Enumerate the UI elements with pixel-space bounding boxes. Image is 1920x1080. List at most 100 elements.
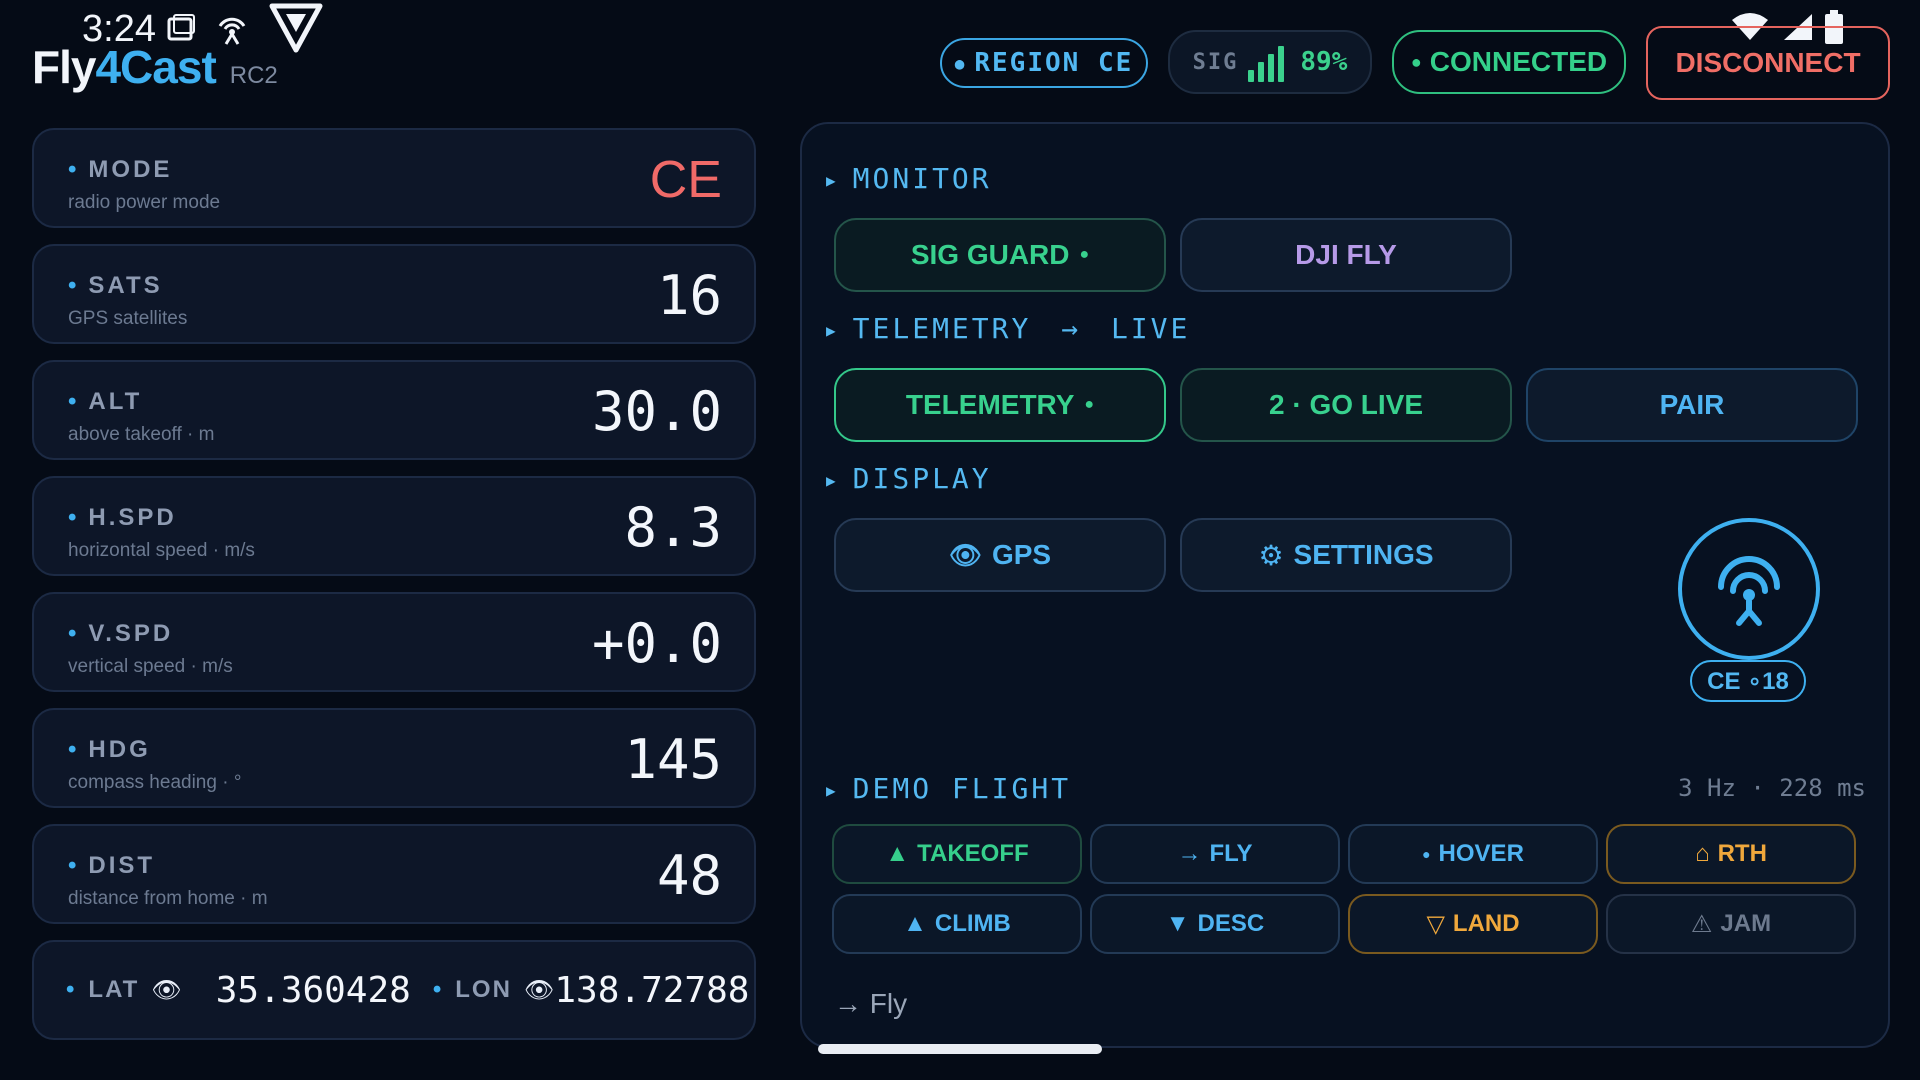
dji-fly-label: DJI FLY: [1295, 239, 1397, 270]
section-triangle-icon: ▶: [826, 170, 839, 190]
settings-button[interactable]: ⚙ SETTINGS: [1180, 518, 1512, 592]
metric-label: SATS: [68, 272, 163, 300]
section-triangle-icon: ▶: [826, 780, 839, 800]
sig-guard-button[interactable]: SIG GUARD ●: [834, 218, 1166, 292]
hover-label: HOVER: [1438, 840, 1524, 867]
metric-card-hdg: HDG compass heading · ° 145: [32, 708, 756, 808]
status-dot-icon: ●: [1079, 246, 1090, 263]
app-title: Fly4Cast: [32, 40, 217, 94]
takeoff-button[interactable]: ▲ TAKEOFF: [832, 824, 1082, 884]
section-display: ▶ DISPLAY: [826, 462, 992, 495]
climb-button[interactable]: ▲ CLIMB: [832, 894, 1082, 954]
metric-sub-label: radio power mode: [68, 192, 221, 213]
metric-label: DIST: [68, 852, 155, 880]
section-title: MONITOR: [852, 162, 992, 195]
land-label: LAND: [1452, 910, 1520, 937]
radio-link-badge[interactable]: [1678, 518, 1820, 660]
region-label: REGION CE: [974, 48, 1134, 78]
takeoff-icon: ▲: [885, 840, 910, 867]
home-icon: ⌂: [1695, 840, 1710, 867]
connection-status-badge: ● CONNECTED: [1392, 30, 1626, 94]
section-triangle-icon: ▶: [826, 320, 839, 340]
signal-value: 89%: [1300, 47, 1348, 77]
radio-channel-chip: CE ∘18: [1690, 660, 1806, 702]
rth-label: RTH: [1717, 840, 1767, 867]
metric-value: 145: [624, 728, 722, 791]
telemetry-button[interactable]: TELEMETRY ●: [834, 368, 1166, 442]
radio-tower-icon: [1718, 556, 1780, 626]
lat-label: LAT: [66, 976, 139, 1004]
section-title: DEMO FLIGHT: [852, 772, 1072, 805]
climb-label: CLIMB: [934, 910, 1011, 937]
warning-icon: ⚠: [1690, 910, 1713, 938]
climb-icon: ▲: [903, 910, 927, 937]
update-rate-readout: 3 Hz · 228 ms: [1678, 774, 1866, 802]
metric-label: HDG: [68, 736, 151, 764]
metric-value: +0.0: [591, 612, 722, 675]
settings-label: SETTINGS: [1293, 539, 1434, 570]
metric-card-latlon: LAT 👁 35.360428 LON 👁 138.72788: [32, 940, 756, 1040]
flight-status-line: → Fly: [834, 988, 908, 1019]
connected-dot-icon: ●: [1410, 51, 1422, 72]
gear-icon: ⚙: [1258, 539, 1284, 571]
status-dot-icon: ●: [1084, 396, 1095, 413]
fly-arrow-icon: →: [1177, 840, 1202, 867]
go-live-button[interactable]: 2 · GO LIVE: [1180, 368, 1512, 442]
app-version: RC2: [229, 62, 278, 89]
region-dot-icon: ●: [954, 53, 967, 73]
metric-card-hspd: H.SPD horizontal speed · m/s 8.3: [32, 476, 756, 576]
desc-button[interactable]: ▼ DESC: [1090, 894, 1340, 954]
region-badge[interactable]: ● REGION CE: [940, 38, 1148, 88]
lon-label: LON: [433, 976, 512, 1004]
telemetry-label: TELEMETRY: [905, 389, 1075, 420]
fly-button[interactable]: → FLY: [1090, 824, 1340, 884]
rth-button[interactable]: ⌂ RTH: [1606, 824, 1856, 884]
gps-label: GPS: [991, 539, 1052, 570]
metric-sub-label: horizontal speed · m/s: [68, 540, 255, 561]
lat-eye-icon[interactable]: 👁: [151, 976, 181, 1005]
fly-label: FLY: [1209, 840, 1253, 867]
metric-sub-label: distance from home · m: [68, 888, 268, 909]
lat-value: 35.360428: [215, 969, 411, 1011]
app-brand: Fly4Cast RC2: [32, 40, 278, 94]
metric-sub-label: vertical speed · m/s: [68, 656, 233, 677]
section-demo-flight: ▶ DEMO FLIGHT: [826, 772, 1071, 805]
home-indicator-bar[interactable]: [818, 1044, 1102, 1054]
jam-button[interactable]: ⚠ JAM: [1606, 894, 1856, 954]
lon-label-text: LON: [455, 976, 512, 1003]
go-live-label: 2 · GO LIVE: [1268, 389, 1424, 420]
land-button[interactable]: ▽ LAND: [1348, 894, 1598, 954]
metric-card-vspd: V.SPD vertical speed · m/s +0.0: [32, 592, 756, 692]
metric-value: 8.3: [624, 496, 722, 559]
jam-label: JAM: [1720, 910, 1772, 937]
lat-label-text: LAT: [88, 976, 140, 1003]
gps-button[interactable]: 👁 GPS: [834, 518, 1166, 592]
section-title: TELEMETRY: [852, 312, 1032, 345]
metric-value: CE: [649, 151, 722, 209]
metric-card-mode: MODE radio power mode CE: [32, 128, 756, 228]
pair-button[interactable]: PAIR: [1526, 368, 1858, 442]
pair-label: PAIR: [1659, 389, 1725, 420]
lon-eye-icon[interactable]: 👁: [524, 976, 554, 1005]
metric-sub-label: compass heading · °: [68, 772, 242, 793]
metric-value: 16: [656, 264, 722, 327]
disconnect-button[interactable]: DISCONNECT: [1646, 26, 1890, 100]
metric-sub-label: GPS satellites: [68, 308, 188, 329]
metric-card-sats: SATS GPS satellites 16: [32, 244, 756, 344]
desc-icon: ▼: [1165, 910, 1190, 937]
dji-fly-button[interactable]: DJI FLY: [1180, 218, 1512, 292]
app-title-part2: 4Cast: [95, 41, 216, 93]
metric-card-dist: DIST distance from home · m 48: [32, 824, 756, 924]
section-title: DISPLAY: [852, 462, 992, 495]
signal-bars-icon: [1248, 46, 1285, 82]
takeoff-label: TAKEOFF: [917, 840, 1029, 867]
metric-value: 48: [656, 844, 722, 907]
eye-icon: 👁: [948, 539, 982, 570]
section-monitor: ▶ MONITOR: [826, 162, 992, 195]
connection-status-label: CONNECTED: [1429, 46, 1608, 77]
metric-value: 30.0: [591, 380, 722, 443]
lon-value: 138.72788: [554, 969, 750, 1011]
hover-button[interactable]: ● HOVER: [1348, 824, 1598, 884]
signal-badge: SIG 89%: [1168, 30, 1372, 94]
land-icon: ▽: [1426, 910, 1445, 938]
